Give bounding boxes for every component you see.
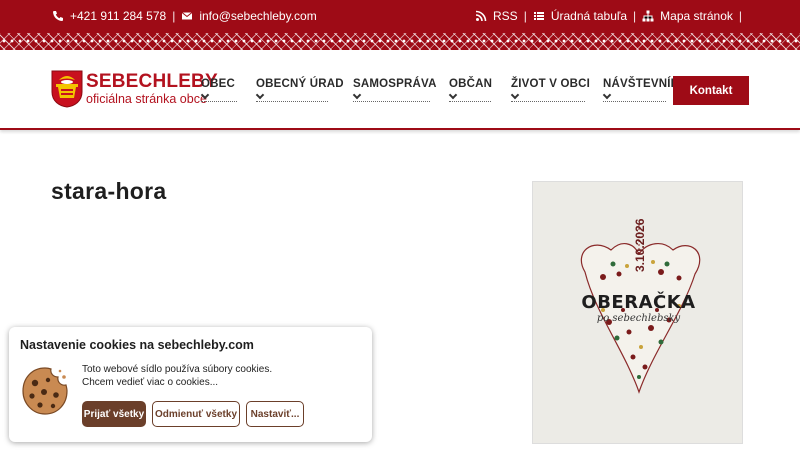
cookie-text: Toto webové sídlo používa súbory cookies… — [82, 363, 272, 389]
phone-link[interactable]: +421 911 284 578 — [70, 9, 166, 23]
logo-name: SEBECHLEBY — [86, 70, 218, 92]
nav-item-label: ŽIVOT V OBCI — [511, 78, 591, 90]
nav-item-label: OBEC — [201, 78, 236, 90]
cookie-line-1: Toto webové sídlo používa súbory cookies… — [82, 364, 273, 375]
event-poster[interactable]: 3.10.2026 OBERAČKA po sebechlebsky — [532, 181, 743, 444]
board-link[interactable]: Úradná tabuľa — [551, 9, 627, 23]
poster-date: 3.10.2026 — [633, 218, 647, 272]
nav-item-samosprava[interactable]: SAMOSPRÁVA — [352, 78, 437, 102]
email-link[interactable]: info@sebechleby.com — [199, 9, 316, 23]
rss-link[interactable]: RSS — [493, 9, 518, 23]
poster-tagline: po sebechlebsky — [596, 313, 681, 324]
rss-icon — [475, 10, 487, 22]
utility-links: RSS | Úradná tabuľa | Mapa stránok | — [475, 9, 742, 23]
nav-item-obcan[interactable]: OBČAN — [448, 78, 493, 102]
sitemap-icon — [642, 10, 654, 22]
list-icon — [533, 12, 544, 20]
poster-headline: OBERAČKA — [581, 292, 696, 313]
cookie-icon — [22, 367, 68, 415]
nav-item-label: OBČAN — [449, 78, 493, 90]
contact-info: +421 911 284 578 | info@sebechleby.com — [52, 9, 317, 23]
nav-item-obec[interactable]: OBEC — [200, 78, 237, 102]
nav-item-label: OBECNÝ ÚRAD — [256, 78, 344, 90]
top-bar: +421 911 284 578 | info@sebechleby.com R… — [0, 0, 800, 33]
nav-item-navstevnik[interactable]: NÁVŠTEVNÍK — [602, 78, 680, 102]
separator: | — [633, 9, 637, 23]
chevron-down-icon — [510, 90, 520, 100]
cookie-more-link[interactable]: Chcem vedieť viac o cookies... — [82, 376, 272, 389]
site-logo[interactable]: SEBECHLEBY oficiálna stránka obce — [51, 70, 218, 108]
chevron-down-icon — [255, 90, 265, 100]
page-title: stara-hora — [51, 178, 167, 204]
separator: | — [738, 9, 742, 23]
reject-all-button[interactable]: Odmienuť všetky — [152, 401, 240, 427]
nav-item-zivot-v-obci[interactable]: ŽIVOT V OBCI — [510, 78, 591, 102]
chevron-down-icon — [602, 90, 612, 100]
separator: | — [172, 9, 176, 23]
chevron-down-icon — [200, 90, 210, 100]
folk-pattern-stripe — [0, 33, 800, 50]
nav-item-label: NÁVŠTEVNÍK — [603, 78, 680, 90]
cookie-settings-button[interactable]: Nastaviť... — [246, 401, 304, 427]
separator: | — [523, 9, 527, 23]
site-header: SEBECHLEBY oficiálna stránka obce OBEC O… — [0, 50, 800, 130]
nav-item-label: SAMOSPRÁVA — [353, 78, 437, 90]
contact-button[interactable]: Kontakt — [673, 76, 749, 105]
phone-icon — [53, 11, 63, 21]
nav-item-obecny-urad[interactable]: OBECNÝ ÚRAD — [255, 78, 344, 102]
coat-of-arms-icon — [51, 70, 83, 108]
sitemap-link[interactable]: Mapa stránok — [660, 9, 733, 23]
logo-subtitle: oficiálna stránka obce — [86, 91, 207, 106]
envelope-icon — [182, 12, 193, 20]
cookie-consent-dialog: Nastavenie cookies na sebechleby.com Tot… — [9, 327, 372, 442]
accept-all-button[interactable]: Prijať všetky — [82, 401, 146, 427]
chevron-down-icon — [448, 90, 458, 100]
cookie-title: Nastavenie cookies na sebechleby.com — [20, 338, 254, 352]
chevron-down-icon — [352, 90, 362, 100]
logo-text: SEBECHLEBY oficiálna stránka obce — [86, 70, 218, 107]
